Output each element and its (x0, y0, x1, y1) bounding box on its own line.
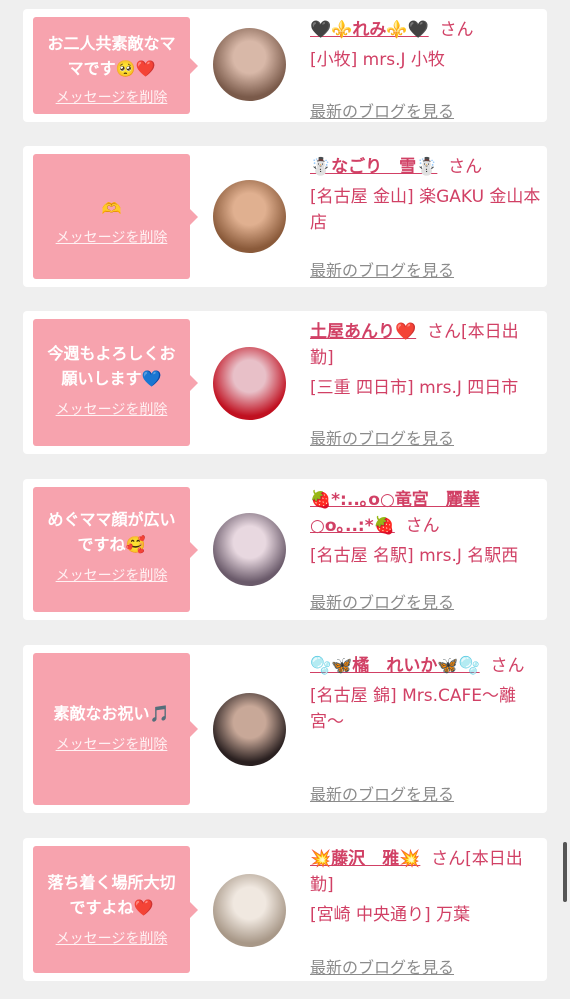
honorific: さん (490, 656, 525, 676)
cast-name-link[interactable]: 💥藤沢 雅💥 (310, 849, 420, 869)
avatar[interactable] (213, 874, 286, 947)
message-bubble: 素敵なお祝い🎵 メッセージを削除 (33, 653, 198, 805)
message-bubble: 落ち着く場所大切ですよね❤️ メッセージを削除 (33, 846, 198, 973)
cast-info: 土屋あんり❤️ さん[本日出勤] [三重 四日市] mrs.J 四日市 最新のブ… (310, 319, 542, 449)
cast-name-link[interactable]: 🖤⚜️れみ⚜️🖤 (310, 20, 429, 40)
avatar[interactable] (213, 28, 286, 101)
shop-name: [三重 四日市] mrs.J 四日市 (310, 378, 519, 398)
message-card: 落ち着く場所大切ですよね❤️ メッセージを削除 💥藤沢 雅💥 さん[本日出勤] … (23, 838, 547, 981)
shop-name: [名古屋 金山] 楽GAKU 金山本店 (310, 187, 541, 233)
avatar[interactable] (213, 347, 286, 420)
delete-message-link[interactable]: メッセージを削除 (33, 87, 190, 107)
delete-message-link[interactable]: メッセージを削除 (33, 734, 190, 754)
cast-info: 🫧🦋橘 れいか🦋🫧 さん [名古屋 錦] Mrs.CAFE〜離宮〜 最新のブログ… (310, 653, 542, 805)
shop-name: [名古屋 錦] Mrs.CAFE〜離宮〜 (310, 686, 517, 732)
cast-name-link[interactable]: 🫧🦋橘 れいか🦋🫧 (310, 656, 480, 676)
honorific: さん (439, 20, 474, 40)
latest-blog-link[interactable]: 最新のブログを見る (310, 98, 454, 122)
scrollbar[interactable] (563, 842, 567, 902)
cast-info: 🖤⚜️れみ⚜️🖤 さん [小牧] mrs.J 小牧 最新のブログを見る (310, 17, 542, 121)
latest-blog-link[interactable]: 最新のブログを見る (310, 425, 454, 449)
message-bubble: 🫶 メッセージを削除 (33, 154, 198, 279)
latest-blog-link[interactable]: 最新のブログを見る (310, 781, 454, 805)
latest-blog-link[interactable]: 最新のブログを見る (310, 257, 454, 281)
message-text: 素敵なお祝い🎵 (53, 704, 170, 723)
avatar[interactable] (213, 180, 286, 253)
cast-name-link[interactable]: 土屋あんり❤️ (310, 322, 416, 342)
message-text: 今週もよろしくお願いします💙 (47, 344, 176, 388)
message-bubble: お二人共素敵なママです🥺❤️ メッセージを削除 (33, 17, 198, 114)
latest-blog-link[interactable]: 最新のブログを見る (310, 589, 454, 613)
message-text: 落ち着く場所大切ですよね❤️ (47, 873, 176, 917)
message-card: お二人共素敵なママです🥺❤️ メッセージを削除 🖤⚜️れみ⚜️🖤 さん [小牧]… (23, 9, 547, 122)
delete-message-link[interactable]: メッセージを削除 (33, 565, 190, 585)
delete-message-link[interactable]: メッセージを削除 (33, 399, 190, 419)
shop-name: [名古屋 名駅] mrs.J 名駅西 (310, 546, 519, 566)
honorific: さん (405, 516, 440, 536)
delete-message-link[interactable]: メッセージを削除 (33, 928, 190, 948)
cast-name-link[interactable]: ☃️なごり 雪☃️ (310, 157, 437, 177)
delete-message-link[interactable]: メッセージを削除 (33, 227, 190, 247)
cast-info: ☃️なごり 雪☃️ さん [名古屋 金山] 楽GAKU 金山本店 最新のブログを… (310, 154, 542, 281)
message-card: 素敵なお祝い🎵 メッセージを削除 🫧🦋橘 れいか🦋🫧 さん [名古屋 錦] Mr… (23, 645, 547, 813)
cast-info: 🍓*:..｡o○竜宮 麗華○o｡..:*🍓 さん [名古屋 名駅] mrs.J … (310, 487, 542, 612)
avatar[interactable] (213, 513, 286, 586)
honorific: さん (448, 157, 483, 177)
cast-name-link[interactable]: 🍓*:..｡o○竜宮 麗華○o｡..:*🍓 (310, 490, 480, 536)
message-card: 🫶 メッセージを削除 ☃️なごり 雪☃️ さん [名古屋 金山] 楽GAKU 金… (23, 146, 547, 287)
shop-name: [小牧] mrs.J 小牧 (310, 50, 445, 70)
message-text: お二人共素敵なママです🥺❤️ (47, 34, 176, 78)
message-card: 今週もよろしくお願いします💙 メッセージを削除 土屋あんり❤️ さん[本日出勤]… (23, 311, 547, 454)
shop-name: [宮崎 中央通り] 万葉 (310, 905, 471, 925)
message-card: めぐママ顔が広いですね🥰 メッセージを削除 🍓*:..｡o○竜宮 麗華○o｡..… (23, 479, 547, 620)
message-bubble: 今週もよろしくお願いします💙 メッセージを削除 (33, 319, 198, 446)
latest-blog-link[interactable]: 最新のブログを見る (310, 954, 454, 978)
cast-info: 💥藤沢 雅💥 さん[本日出勤] [宮崎 中央通り] 万葉 最新のブログを見る (310, 846, 542, 977)
message-bubble: めぐママ顔が広いですね🥰 メッセージを削除 (33, 487, 198, 612)
message-text: めぐママ顔が広いですね🥰 (47, 510, 176, 554)
avatar[interactable] (213, 693, 286, 766)
message-text: 🫶 (101, 199, 122, 218)
